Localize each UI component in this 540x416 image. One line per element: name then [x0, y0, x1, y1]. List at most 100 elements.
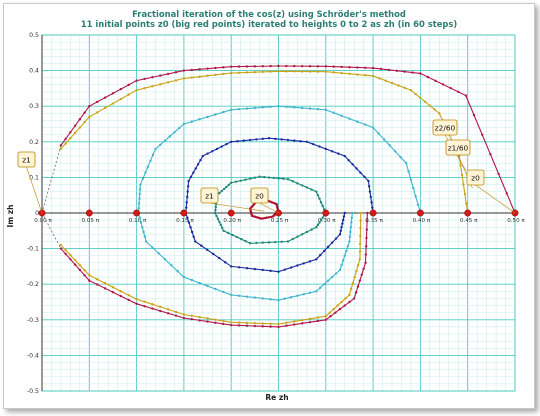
y-tick-label: 0.2 [29, 139, 39, 146]
series-point [351, 281, 355, 285]
series-point [222, 66, 225, 69]
callout-label: z0 [471, 174, 480, 183]
series-point [226, 231, 230, 235]
series-point [364, 123, 367, 126]
series-point [190, 120, 193, 123]
series-point [348, 72, 351, 76]
series-point [414, 92, 417, 96]
series-point [360, 273, 363, 276]
series-point [198, 319, 201, 322]
series-point [173, 131, 176, 134]
series-point [215, 214, 218, 218]
series-point [237, 324, 241, 327]
y-tick-label: 0.3 [29, 103, 39, 110]
series-point [356, 264, 360, 267]
series-point [324, 147, 327, 151]
series-point [245, 324, 249, 327]
series-point [277, 299, 280, 302]
series-point [261, 65, 264, 68]
series-point [324, 108, 327, 111]
series-point [214, 73, 217, 77]
series-point [308, 107, 312, 110]
series-point [214, 208, 217, 212]
series-point [397, 84, 400, 87]
series-point [315, 290, 318, 293]
series-point [255, 241, 258, 245]
series-point [296, 294, 299, 297]
series-point [289, 266, 293, 269]
series-point [316, 65, 320, 68]
series-point [103, 106, 107, 110]
series-point [350, 221, 353, 224]
series-point [151, 85, 154, 88]
series-point [472, 113, 476, 117]
series-point [293, 320, 296, 323]
series-point [348, 300, 351, 304]
series-point [428, 104, 432, 107]
series-point [302, 293, 305, 296]
series-point [59, 147, 63, 151]
series-point [78, 268, 82, 272]
series-point [332, 307, 335, 311]
series-point [237, 65, 241, 68]
series-point [300, 322, 304, 325]
series-point [222, 319, 225, 323]
series-point [245, 295, 249, 298]
series-point [505, 192, 509, 195]
series-point [358, 258, 362, 261]
series-point [308, 65, 312, 68]
series-point [151, 153, 155, 157]
series-point [343, 211, 346, 215]
series-point [359, 171, 362, 174]
series-point [308, 317, 312, 321]
series-point [253, 71, 257, 74]
series-point [119, 294, 123, 298]
series-point [308, 260, 312, 263]
series-point [305, 186, 309, 189]
x-tick-label: 0.10 π [129, 218, 147, 224]
series-point [355, 269, 358, 273]
series-point [135, 88, 138, 92]
series-point [211, 150, 214, 153]
series-point [166, 72, 170, 76]
callout-label: z1 [205, 192, 214, 201]
series-point [146, 165, 150, 168]
series-point [319, 253, 322, 257]
series-point [230, 323, 233, 327]
y-tick-label: -0.3 [27, 317, 39, 324]
series-point [308, 291, 312, 295]
series-point [230, 321, 233, 324]
series-point [414, 195, 417, 198]
series-point [190, 314, 193, 317]
series-point [367, 179, 370, 183]
series-point [355, 167, 358, 170]
series-point [206, 115, 209, 119]
series-point [236, 140, 239, 143]
series-point [267, 241, 271, 244]
series-point [388, 144, 391, 147]
series-point [261, 70, 264, 74]
series-point [127, 83, 130, 87]
series-point [64, 252, 67, 256]
series-point [364, 245, 368, 248]
series-point [316, 319, 320, 323]
series-point [219, 223, 222, 227]
series-point [274, 137, 277, 141]
series-point [88, 274, 91, 277]
series-point [182, 122, 186, 126]
series-point [315, 190, 318, 193]
callout-label: z2/60 [435, 124, 456, 133]
series-point [111, 291, 115, 294]
series-point [349, 226, 353, 229]
series-point [135, 79, 138, 82]
series-point [190, 318, 193, 321]
series-point [319, 218, 323, 222]
series-point [222, 290, 225, 294]
series-point [135, 297, 138, 301]
series-point [119, 97, 123, 101]
series-point [253, 176, 257, 179]
series-point [73, 124, 77, 127]
series-point [230, 140, 233, 143]
series-point [371, 74, 375, 78]
series-point [138, 216, 141, 219]
